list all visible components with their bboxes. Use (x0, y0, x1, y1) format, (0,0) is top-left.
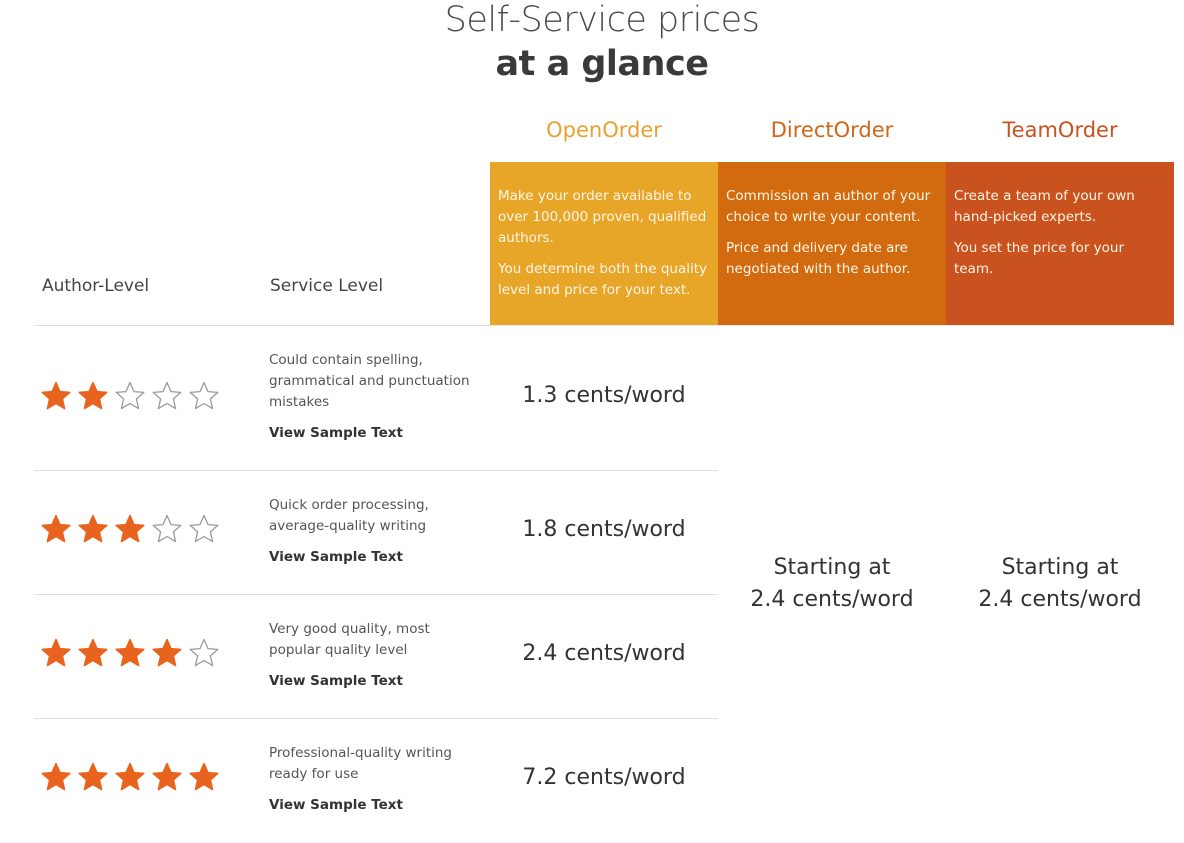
star-filled-icon (115, 762, 145, 791)
directorder-price: Starting at 2.4 cents/word (718, 552, 946, 616)
page-title-line1: Self-Service prices (444, 0, 760, 40)
teamorder-description-1: Create a team of your own hand-picked ex… (954, 188, 1135, 225)
column-title-openorder: OpenOrder (546, 118, 662, 142)
teamorder-description-box: Create a team of your own hand-picked ex… (946, 162, 1174, 325)
star-empty-icon (152, 514, 182, 543)
directorder-description-1: Commission an author of your choice to w… (726, 188, 931, 225)
service-description: Could contain spelling, grammatical and … (269, 352, 470, 410)
star-empty-icon (189, 638, 219, 667)
star-filled-icon (41, 638, 71, 667)
star-filled-icon (78, 381, 108, 410)
openorder-price: 7.2 cents/word (522, 765, 686, 790)
star-filled-icon (41, 381, 71, 410)
star-filled-icon (115, 514, 145, 543)
column-title-directorder: DirectOrder (770, 118, 894, 142)
star-empty-icon (152, 381, 182, 410)
view-sample-text-link[interactable]: View Sample Text (269, 547, 484, 568)
directorder-description-box: Commission an author of your choice to w… (718, 162, 946, 325)
service-description: Quick order processing, average-quality … (269, 497, 429, 534)
directorder-price-value: 2.4 cents/word (750, 587, 914, 612)
star-filled-icon (41, 762, 71, 791)
star-filled-icon (152, 762, 182, 791)
openorder-price: 2.4 cents/word (522, 641, 686, 666)
star-filled-icon (152, 638, 182, 667)
table-row: Could contain spelling, grammatical and … (34, 326, 718, 470)
table-row: Professional-quality writing ready for u… (34, 719, 718, 842)
teamorder-price-value: 2.4 cents/word (978, 587, 1142, 612)
star-rating (40, 513, 220, 545)
header-service-level: Service Level (270, 276, 384, 296)
directorder-price-label: Starting at (773, 555, 891, 580)
view-sample-text-link[interactable]: View Sample Text (269, 423, 484, 444)
star-filled-icon (189, 762, 219, 791)
star-filled-icon (78, 638, 108, 667)
star-filled-icon (78, 762, 108, 791)
teamorder-price: Starting at 2.4 cents/word (946, 552, 1174, 616)
openorder-price: 1.3 cents/word (522, 383, 686, 408)
table-row: Quick order processing, average-quality … (34, 471, 718, 594)
view-sample-text-link[interactable]: View Sample Text (269, 795, 484, 816)
star-filled-icon (41, 514, 71, 543)
openorder-description-1: Make your order available to over 100,00… (498, 188, 707, 246)
openorder-description-box: Make your order available to over 100,00… (490, 162, 718, 325)
star-empty-icon (189, 381, 219, 410)
star-rating (40, 761, 220, 793)
directorder-description-2: Price and delivery date are negotiated w… (726, 240, 911, 277)
service-description: Professional-quality writing ready for u… (269, 745, 452, 782)
openorder-description-2: You determine both the quality level and… (498, 261, 707, 298)
table-row: Very good quality, most popular quality … (34, 595, 718, 718)
page-title-line2: at a glance (495, 44, 709, 84)
star-empty-icon (189, 514, 219, 543)
column-title-teamorder: TeamOrder (1002, 118, 1118, 142)
header-author-level: Author-Level (42, 276, 150, 296)
view-sample-text-link[interactable]: View Sample Text (269, 671, 484, 692)
teamorder-price-label: Starting at (1001, 555, 1119, 580)
star-rating (40, 637, 220, 669)
star-empty-icon (115, 381, 145, 410)
openorder-price: 1.8 cents/word (522, 517, 686, 542)
star-filled-icon (78, 514, 108, 543)
service-description: Very good quality, most popular quality … (269, 621, 430, 658)
star-filled-icon (115, 638, 145, 667)
star-rating (40, 380, 220, 412)
teamorder-description-2: You set the price for your team. (954, 240, 1125, 277)
